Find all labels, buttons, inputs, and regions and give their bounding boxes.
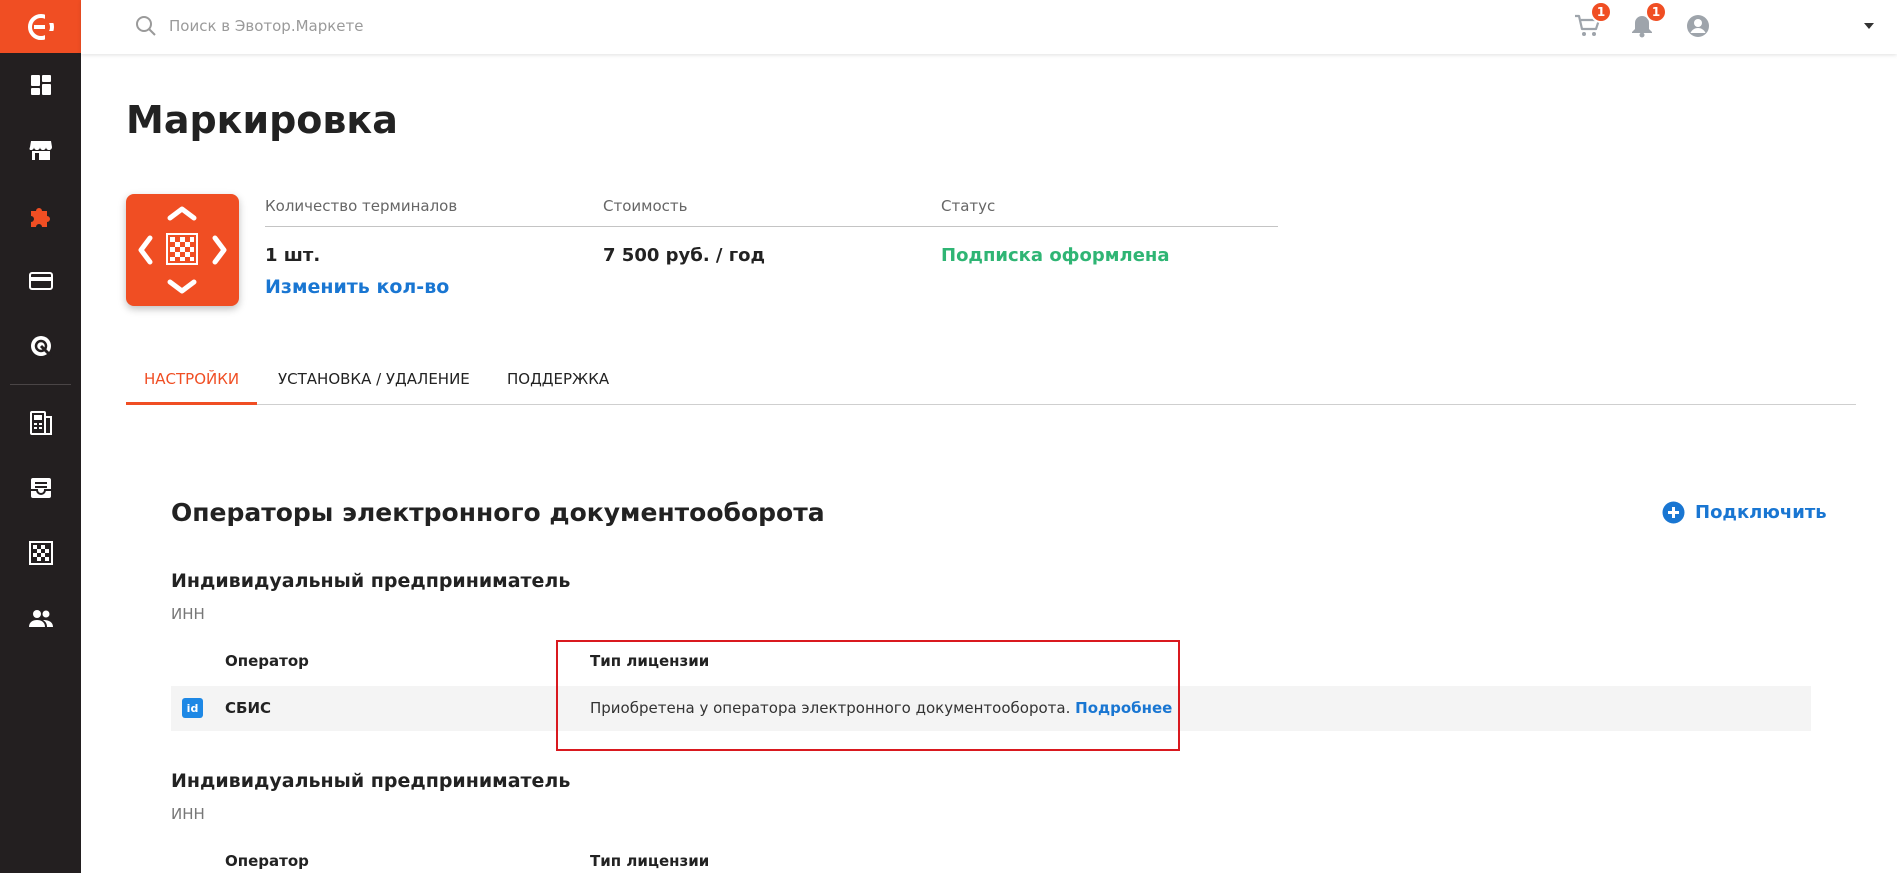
- dashboard-icon: [30, 75, 51, 95]
- highlight-box: [556, 640, 1180, 751]
- marking-app-icon: [126, 194, 239, 306]
- status-value: Подписка оформлена: [941, 245, 1170, 266]
- entity-title: Индивидуальный предприниматель: [171, 570, 571, 592]
- search-input[interactable]: [169, 17, 629, 35]
- inbox-icon: [30, 478, 51, 498]
- tab-support[interactable]: ПОДДЕРЖКА: [507, 366, 609, 405]
- sidebar-item-apps[interactable]: [0, 194, 81, 238]
- terminal-icon: [29, 411, 52, 435]
- sidebar: [0, 0, 81, 873]
- entity-inn: ИНН: [171, 805, 205, 823]
- sidebar-item-dashboard[interactable]: [0, 63, 81, 107]
- terminals-label: Количество терминалов: [265, 197, 458, 215]
- cart-count-badge: 1: [1590, 1, 1612, 23]
- price-value: 7 500 руб. / год: [603, 245, 766, 266]
- operator-column-header: Оператор: [225, 852, 309, 870]
- sidebar-divider: [10, 384, 71, 385]
- users-icon: [28, 610, 53, 627]
- chevron-down-icon: [1864, 23, 1874, 29]
- entity-inn: ИНН: [171, 605, 205, 623]
- sidebar-item-marking[interactable]: [0, 531, 81, 575]
- store-icon: [28, 141, 52, 160]
- price-label: Стоимость: [603, 197, 688, 215]
- operator-name: СБИС: [225, 699, 272, 717]
- page-title: Маркировка: [126, 98, 398, 142]
- operator-column-header: Оператор: [225, 652, 309, 670]
- account-menu-dropdown[interactable]: [1854, 11, 1884, 41]
- sidebar-item-inbox[interactable]: [0, 466, 81, 510]
- notifications-count-badge: 1: [1645, 1, 1667, 23]
- card-icon: [28, 272, 53, 290]
- edo-section-title: Операторы электронного документооборота: [171, 498, 825, 527]
- avatar-icon: [1687, 15, 1709, 37]
- puzzle-icon: [30, 208, 50, 227]
- plus-circle-icon: [1662, 501, 1685, 524]
- terminals-value: 1 шт.: [265, 245, 321, 266]
- license-column-header: Тип лицензии: [590, 852, 710, 870]
- status-label: Статус: [941, 197, 996, 215]
- top-bar: 1 1: [81, 0, 1897, 54]
- summary-divider: [265, 226, 1278, 227]
- search-bar[interactable]: [135, 10, 655, 42]
- operator-id-icon: id: [182, 698, 203, 718]
- connect-button[interactable]: Подключить: [1662, 501, 1827, 524]
- tab-install-uninstall[interactable]: УСТАНОВКА / УДАЛЕНИЕ: [278, 366, 470, 405]
- tab-settings[interactable]: НАСТРОЙКИ: [126, 366, 258, 405]
- notifications-button[interactable]: 1: [1627, 1, 1667, 41]
- sidebar-item-store[interactable]: [0, 128, 81, 172]
- evotor-logo-icon[interactable]: [0, 0, 81, 53]
- sidebar-item-payments[interactable]: [0, 259, 81, 303]
- account-button[interactable]: [1683, 11, 1713, 41]
- cart-button[interactable]: 1: [1572, 1, 1612, 41]
- search-icon: [136, 16, 156, 36]
- loyalty-icon: [30, 336, 52, 358]
- change-quantity-link[interactable]: Изменить кол-во: [265, 276, 449, 298]
- entity-title: Индивидуальный предприниматель: [171, 770, 571, 792]
- sidebar-item-users[interactable]: [0, 596, 81, 640]
- sidebar-item-loyalty[interactable]: [0, 324, 81, 368]
- tabs: НАСТРОЙКИ УСТАНОВКА / УДАЛЕНИЕ ПОДДЕРЖКА: [126, 366, 1856, 405]
- marking-icon: [28, 541, 53, 565]
- sidebar-item-terminals[interactable]: [0, 401, 81, 445]
- connect-label: Подключить: [1695, 502, 1827, 523]
